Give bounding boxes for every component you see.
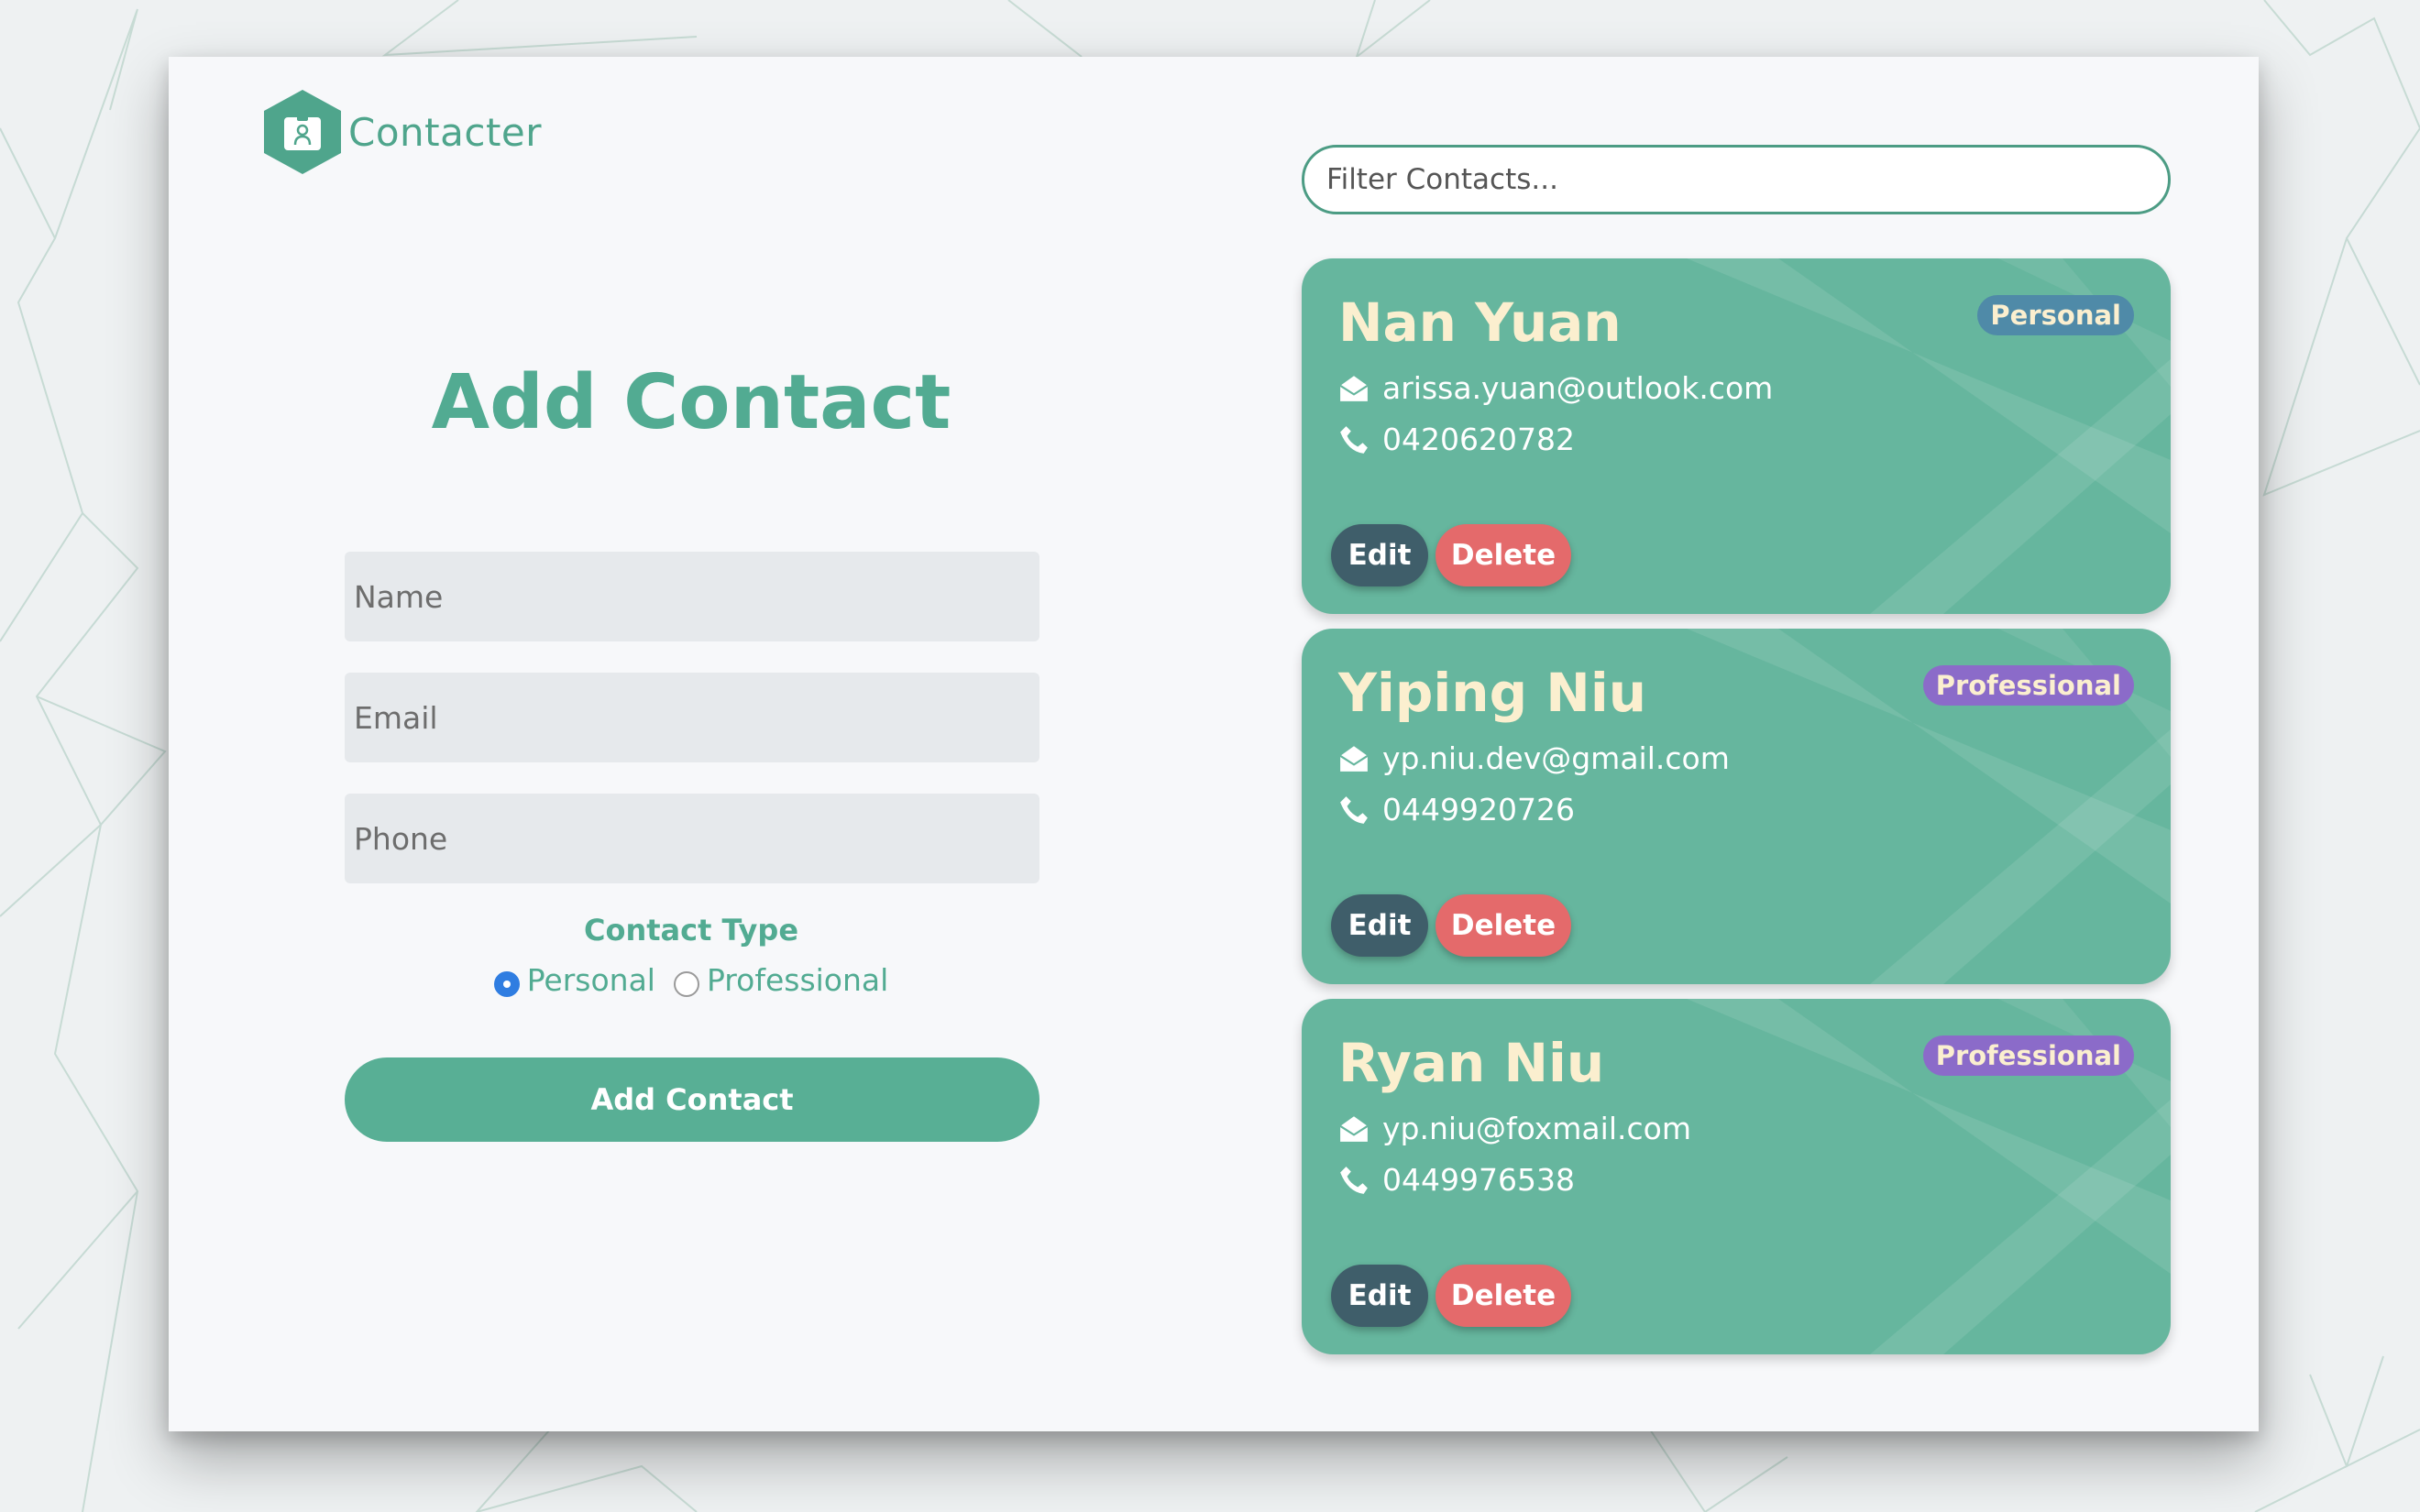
phone-icon bbox=[1340, 795, 1368, 824]
contact-phone-row: 0449976538 bbox=[1338, 1162, 1575, 1198]
contact-email-row: arissa.yuan@outlook.com bbox=[1338, 370, 1773, 406]
envelope-open-icon bbox=[1339, 745, 1369, 772]
contact-type-badge: Professional bbox=[1922, 665, 2134, 706]
phone-icon bbox=[1340, 1166, 1368, 1194]
professional-radio[interactable] bbox=[673, 970, 699, 997]
contact-phone-row: 0449920726 bbox=[1338, 792, 1575, 827]
contact-card-icon bbox=[264, 90, 341, 174]
contact-name: Nan Yuan bbox=[1338, 291, 1622, 354]
delete-button[interactable]: Delete bbox=[1436, 524, 1571, 586]
contact-type-label: Contact Type bbox=[583, 913, 799, 948]
delete-button[interactable]: Delete bbox=[1436, 894, 1571, 957]
contact-card: Yiping Niu Professional yp.niu.dev@gmail… bbox=[1302, 629, 2171, 984]
edit-button[interactable]: Edit bbox=[1331, 524, 1428, 586]
radio-option-personal[interactable]: Personal bbox=[493, 962, 655, 998]
contact-email: yp.niu@foxmail.com bbox=[1382, 1111, 1691, 1146]
contact-card: Nan Yuan Personal arissa.yuan@outlook.co… bbox=[1302, 258, 2171, 614]
edit-button[interactable]: Edit bbox=[1331, 894, 1428, 957]
personal-radio[interactable] bbox=[493, 970, 520, 997]
edit-button[interactable]: Edit bbox=[1331, 1265, 1428, 1327]
contact-phone: 0449976538 bbox=[1382, 1162, 1575, 1198]
add-contact-button[interactable]: Add Contact bbox=[345, 1057, 1040, 1142]
app-name: Contacter bbox=[348, 109, 543, 155]
radio-option-professional[interactable]: Professional bbox=[673, 962, 889, 998]
app-window: Contacter Add Contact Contact Type Perso… bbox=[169, 57, 2259, 1431]
contact-name: Yiping Niu bbox=[1338, 662, 1646, 724]
contact-type-badge: Personal bbox=[1977, 295, 2134, 335]
envelope-open-icon bbox=[1339, 375, 1369, 401]
app-logo[interactable]: Contacter bbox=[264, 90, 542, 174]
form-title: Add Contact bbox=[431, 359, 952, 446]
contact-email: yp.niu.dev@gmail.com bbox=[1382, 740, 1730, 776]
phone-input[interactable] bbox=[345, 794, 1040, 883]
name-input[interactable] bbox=[345, 552, 1040, 641]
contact-email-row: yp.niu@foxmail.com bbox=[1338, 1111, 1691, 1146]
contact-phone-row: 0420620782 bbox=[1338, 422, 1575, 457]
contact-email-row: yp.niu.dev@gmail.com bbox=[1338, 740, 1730, 776]
professional-radio-label: Professional bbox=[706, 962, 889, 998]
contact-phone: 0449920726 bbox=[1382, 792, 1575, 827]
contact-phone: 0420620782 bbox=[1382, 422, 1575, 457]
contact-email: arissa.yuan@outlook.com bbox=[1382, 370, 1774, 406]
envelope-open-icon bbox=[1339, 1115, 1369, 1142]
filter-contacts-input[interactable] bbox=[1302, 145, 2171, 214]
phone-icon bbox=[1340, 425, 1368, 454]
email-input[interactable] bbox=[345, 673, 1040, 762]
contact-type-radio-group: Personal Professional bbox=[343, 962, 1040, 998]
personal-radio-label: Personal bbox=[526, 962, 655, 998]
contact-name: Ryan Niu bbox=[1338, 1032, 1605, 1094]
contact-card: Ryan Niu Professional yp.niu@foxmail.com… bbox=[1302, 999, 2171, 1354]
delete-button[interactable]: Delete bbox=[1436, 1265, 1571, 1327]
contact-type-badge: Professional bbox=[1922, 1035, 2134, 1076]
